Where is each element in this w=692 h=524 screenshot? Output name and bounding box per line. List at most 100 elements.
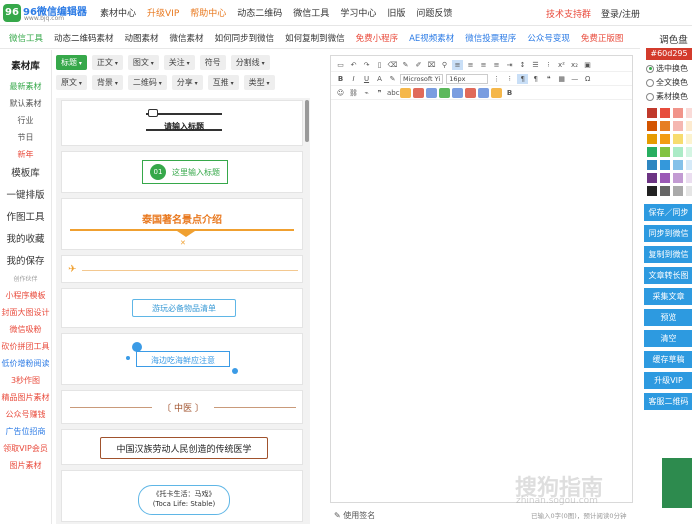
brush-icon[interactable]: ✐ <box>413 60 424 70</box>
cache-draft-button[interactable]: 缓存草稿 <box>644 351 692 368</box>
rtl-icon[interactable]: ¶ <box>530 74 541 84</box>
filter-background[interactable]: 背景 <box>91 75 123 90</box>
color-swatch[interactable] <box>686 147 692 157</box>
indent-icon[interactable]: ⇥ <box>504 60 515 70</box>
align-right-icon[interactable]: ≡ <box>478 60 489 70</box>
article-to-long-image-button[interactable]: 文章转长图 <box>644 267 692 284</box>
subnav-free-images[interactable]: 免费正版图 <box>581 32 624 44</box>
table-icon[interactable]: ▦ <box>556 74 567 84</box>
template-card[interactable]: 泰国著名景点介绍 ✕ <box>61 198 303 250</box>
color-swatch[interactable] <box>647 108 657 118</box>
binoculars-icon[interactable]: ⚲ <box>439 60 450 70</box>
template-card[interactable]: 请输入标题 <box>61 100 303 146</box>
nav-wechat-tools[interactable]: 微信工具 <box>293 6 329 19</box>
video-icon[interactable] <box>413 87 424 98</box>
nav-old-version[interactable]: 旧版 <box>387 6 405 19</box>
color-swatch[interactable] <box>660 121 670 131</box>
sidebar-image-material[interactable]: 图片素材 <box>0 457 51 474</box>
color-swatch[interactable] <box>660 173 670 183</box>
sidebar-drawing-tools[interactable]: 作图工具 <box>0 207 51 229</box>
subnav-gif-material[interactable]: 动图素材 <box>125 32 159 44</box>
superscript-icon[interactable]: x² <box>556 60 567 70</box>
filter-follow[interactable]: 关注 <box>163 55 195 70</box>
filter-mutual[interactable]: 互推 <box>207 75 239 90</box>
paint-icon[interactable]: ✎ <box>400 60 411 70</box>
filter-type[interactable]: 类型 <box>243 75 275 90</box>
color-swatch[interactable] <box>686 121 692 131</box>
subnav-wechat-material[interactable]: 微信素材 <box>170 32 204 44</box>
color-swatch[interactable] <box>673 121 683 131</box>
filter-share[interactable]: 分享 <box>171 75 203 90</box>
template-card[interactable]: 游玩必备物品清单 <box>61 288 303 328</box>
filter-divider[interactable]: 分割线 <box>230 55 270 70</box>
upgrade-vip-button[interactable]: 升级VIP <box>644 372 692 389</box>
sidebar-low-cost-fans[interactable]: 低价增粉阅读 <box>0 355 51 372</box>
attachment-icon[interactable] <box>452 87 463 98</box>
subnav-mini-program[interactable]: 免费小程序 <box>356 32 399 44</box>
color-swatch[interactable] <box>673 108 683 118</box>
sidebar-one-click-layout[interactable]: 一键排版 <box>0 185 51 207</box>
color-hex-input[interactable]: #60d295 <box>646 48 692 60</box>
special-char-icon[interactable]: Ω <box>582 74 593 84</box>
option-full-text-color[interactable]: 全文换色 <box>646 77 692 88</box>
subscript-icon[interactable]: x₂ <box>569 60 580 70</box>
sidebar-festival[interactable]: 节日 <box>0 129 51 146</box>
subnav-sync-wechat[interactable]: 如何同步到微信 <box>215 32 275 44</box>
nav-material-center[interactable]: 素材中心 <box>100 6 136 19</box>
source-icon[interactable]: ▭ <box>335 60 346 70</box>
align-justify-icon[interactable]: ≡ <box>491 60 502 70</box>
redo-icon[interactable]: ↷ <box>361 60 372 70</box>
color-swatch[interactable] <box>673 134 683 144</box>
bold-alt-icon[interactable]: B <box>504 88 515 98</box>
clear-button[interactable]: 清空 <box>644 330 692 347</box>
sidebar-wechat-fans[interactable]: 微信吸粉 <box>0 321 51 338</box>
filter-symbol[interactable]: 符号 <box>199 55 226 70</box>
undo-icon[interactable]: ↶ <box>348 60 359 70</box>
color-swatch[interactable] <box>647 134 657 144</box>
collect-article-button[interactable]: 采集文章 <box>644 288 692 305</box>
image-icon[interactable] <box>400 87 411 98</box>
color-swatch[interactable] <box>660 186 670 196</box>
color-swatch[interactable] <box>660 160 670 170</box>
filter-body[interactable]: 正文 <box>91 55 123 70</box>
sync-to-wechat-button[interactable]: 同步到微信 <box>644 225 692 242</box>
color-swatch[interactable] <box>673 173 683 183</box>
font-color-icon[interactable]: A <box>374 74 385 84</box>
subnav-copy-wechat[interactable]: 如何复制到微信 <box>285 32 345 44</box>
sidebar-account-earn[interactable]: 公众号赚钱 <box>0 406 51 423</box>
quote-icon[interactable]: ❝ <box>543 74 554 84</box>
color-swatch[interactable] <box>660 147 670 157</box>
font-family-select[interactable]: Microsoft Yi <box>400 73 444 84</box>
color-swatch[interactable] <box>686 108 692 118</box>
paragraph-icon[interactable]: ☰ <box>530 60 541 70</box>
highlight-icon[interactable]: ✎ <box>387 74 398 84</box>
sidebar-latest-material[interactable]: 最新素材 <box>0 78 51 95</box>
unordered-list-icon[interactable]: ⁝ <box>504 74 515 84</box>
color-swatch[interactable] <box>686 186 692 196</box>
underline-icon[interactable]: U <box>361 74 372 84</box>
map-icon[interactable] <box>439 87 450 98</box>
sidebar-my-saved[interactable]: 我的保存 <box>0 251 51 273</box>
option-material-color[interactable]: 素材换色 <box>646 91 692 102</box>
nav-help-center[interactable]: 帮助中心 <box>190 6 226 19</box>
color-swatch[interactable] <box>647 121 657 131</box>
color-swatch[interactable] <box>660 108 670 118</box>
template-icon[interactable] <box>465 87 476 98</box>
template-card[interactable]: 01 这里输入标题 <box>61 151 303 193</box>
color-swatch[interactable] <box>647 147 657 157</box>
nav-feedback[interactable]: 问题反馈 <box>416 6 452 19</box>
emoji-icon[interactable]: ☺ <box>335 88 346 98</box>
eraser-icon[interactable]: ⌫ <box>387 60 398 70</box>
filter-title[interactable]: 标题 <box>56 55 87 70</box>
color-swatch[interactable] <box>647 186 657 196</box>
template-scrollbar[interactable] <box>305 100 309 142</box>
link-icon[interactable]: ⛓ <box>348 88 359 98</box>
filter-image-text[interactable]: 图文 <box>127 55 159 70</box>
subnav-qrcode-material[interactable]: 动态二维码素材 <box>54 32 114 44</box>
bold-icon[interactable]: B <box>335 74 346 84</box>
template-card[interactable]: 〔 中医 〕 <box>61 390 303 424</box>
sidebar-bargain-tool[interactable]: 砍价拼团工具 <box>0 338 51 355</box>
support-group-link[interactable]: 技术支持群 <box>546 7 591 20</box>
template-card[interactable]: 《托卡生活：马戏》 (Toca Life: Stable) <box>61 470 303 522</box>
color-swatch[interactable] <box>673 186 683 196</box>
